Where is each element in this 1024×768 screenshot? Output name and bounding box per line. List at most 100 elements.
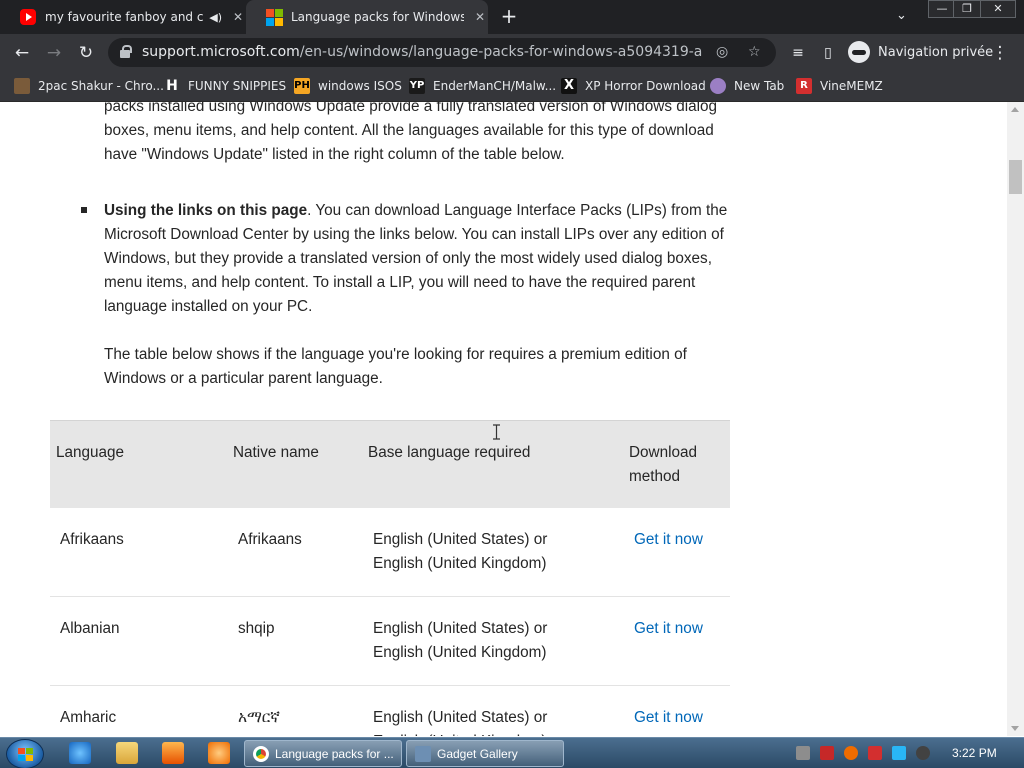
- internet-explorer-icon[interactable]: [69, 742, 91, 764]
- bullet-heading: Using the links on this page: [104, 202, 308, 219]
- address-bar[interactable]: support.microsoft.com/en-us/windows/lang…: [108, 38, 776, 67]
- tray-flag-icon[interactable]: [868, 746, 882, 760]
- incognito-icon: [848, 41, 870, 63]
- bookmark-label: windows ISOS: [318, 79, 402, 93]
- clock[interactable]: 3:22 PM: [952, 746, 997, 760]
- bookmark-icon-x: X: [561, 78, 577, 94]
- tray-v-icon[interactable]: [820, 746, 834, 760]
- tray-volume-icon[interactable]: [916, 746, 930, 760]
- tab-search-icon[interactable]: ⌄: [896, 8, 907, 23]
- start-button[interactable]: [6, 739, 44, 768]
- close-window-button[interactable]: ✕: [980, 0, 1016, 18]
- bookmark-xp-horror[interactable]: X XP Horror Download: [561, 76, 706, 96]
- tray-app-icon[interactable]: [796, 746, 810, 760]
- bookmark-icon-r: R: [796, 78, 812, 94]
- browser-toolbar: ← → ↻ support.microsoft.com/en-us/window…: [0, 34, 1024, 71]
- tray-search-icon[interactable]: [844, 746, 858, 760]
- close-icon[interactable]: ✕: [472, 10, 488, 24]
- cell-language: Amharic: [60, 709, 117, 726]
- bookmark-label: New Tab: [734, 79, 785, 93]
- bookmark-label: FUNNY SNIPPIES: [188, 79, 287, 93]
- scroll-down-arrow-icon[interactable]: [1011, 726, 1019, 731]
- cell-native-name: አማርኛ: [238, 709, 280, 726]
- table-row: Albanian shqip English (United States) o…: [50, 597, 730, 686]
- header-language: Language: [56, 444, 125, 461]
- youtube-icon: [20, 9, 36, 25]
- bookmark-icon-2pac: [14, 78, 30, 94]
- bookmark-icon-ph: PH: [294, 78, 310, 94]
- get-it-now-link[interactable]: Get it now: [634, 528, 703, 552]
- bookmark-label: EnderManCH/Malw...: [433, 79, 557, 93]
- bookmark-label: XP Horror Download: [585, 79, 706, 93]
- bookmark-vinememz[interactable]: R VineMEMZ: [796, 76, 883, 96]
- windows-logo-icon: [18, 748, 33, 761]
- text-cursor-icon: [493, 424, 500, 440]
- reload-button[interactable]: ↻: [74, 41, 98, 65]
- chrome-icon: [253, 745, 269, 762]
- tray-monitor-icon[interactable]: [892, 746, 906, 760]
- browser-tab-strip: my favourite fanboy and chu ◀) ✕ Languag…: [0, 0, 1024, 34]
- url-text[interactable]: support.microsoft.com/en-us/windows/lang…: [142, 44, 702, 60]
- lock-icon[interactable]: [120, 45, 132, 58]
- cell-language: Afrikaans: [60, 531, 124, 548]
- bullet-marker: [81, 207, 87, 213]
- cell-base-language: English (United States) or English (Unit…: [373, 620, 548, 661]
- reading-list-icon[interactable]: ≡: [786, 41, 810, 65]
- microsoft-icon: [266, 9, 283, 26]
- table-header-row: Language Native name Base language requi…: [50, 420, 730, 508]
- cell-base-language: English (United States) or English (Unit…: [373, 709, 548, 736]
- taskbar-item-chrome[interactable]: Language packs for ...: [244, 740, 402, 767]
- bookmark-2pac[interactable]: 2pac Shakur - Chro...: [14, 76, 164, 96]
- language-table: Language Native name Base language requi…: [50, 420, 730, 736]
- cell-language: Albanian: [60, 620, 120, 637]
- bookmark-endermanch[interactable]: YP EnderManCH/Malw...: [409, 76, 556, 96]
- taskbar-item-label: Gadget Gallery: [437, 746, 518, 761]
- tab-title: my favourite fanboy and chu: [45, 10, 204, 24]
- get-it-now-link[interactable]: Get it now: [634, 706, 703, 730]
- bookmark-label: VineMEMZ: [820, 79, 883, 93]
- vertical-scrollbar[interactable]: [1007, 102, 1024, 736]
- tracking-blocked-icon[interactable]: ◎: [716, 44, 728, 60]
- bookmark-new-tab[interactable]: New Tab: [710, 76, 784, 96]
- tab-youtube[interactable]: my favourite fanboy and chu ◀) ✕: [0, 0, 246, 34]
- cell-native-name: shqip: [238, 620, 275, 637]
- taskbar-item-gadget-gallery[interactable]: Gadget Gallery: [406, 740, 564, 767]
- header-base-language: Base language required: [368, 444, 531, 461]
- media-player-icon[interactable]: [162, 742, 184, 764]
- taskbar-item-label: Language packs for ...: [275, 746, 394, 761]
- explorer-folder-icon[interactable]: [116, 742, 138, 764]
- bookmarks-bar: 2pac Shakur - Chro... H FUNNY SNIPPIES P…: [0, 71, 1024, 102]
- incognito-profile-button[interactable]: Navigation privée: [848, 39, 993, 65]
- speaker-icon[interactable]: ◀): [209, 11, 222, 24]
- get-it-now-link[interactable]: Get it now: [634, 617, 703, 641]
- bookmark-star-icon[interactable]: ☆: [748, 44, 761, 60]
- menu-kebab-icon[interactable]: ⋮: [988, 41, 1012, 65]
- tab-language-packs[interactable]: Language packs for Windows - M ✕: [246, 0, 488, 34]
- cell-native-name: Afrikaans: [238, 531, 302, 548]
- close-icon[interactable]: ✕: [230, 10, 246, 24]
- bookmark-windows-isos[interactable]: PH windows ISOS: [294, 76, 402, 96]
- bookmark-icon-yp: YP: [409, 78, 425, 94]
- back-button[interactable]: ←: [10, 41, 34, 65]
- scrollbar-thumb[interactable]: [1009, 160, 1022, 194]
- side-panel-icon[interactable]: ▯: [816, 41, 840, 65]
- profile-label: Navigation privée: [878, 44, 994, 60]
- table-row: Afrikaans Afrikaans English (United Stat…: [50, 508, 730, 597]
- scroll-up-arrow-icon[interactable]: [1011, 107, 1019, 112]
- cell-base-language: English (United States) or English (Unit…: [373, 531, 548, 572]
- table-intro-paragraph: The table below shows if the language yo…: [104, 346, 687, 387]
- paint-icon[interactable]: [208, 742, 230, 764]
- tab-title: Language packs for Windows - M: [291, 10, 464, 24]
- maximize-button[interactable]: ❐: [953, 0, 981, 18]
- header-download-method: Download method: [629, 444, 698, 485]
- bookmark-icon-h: H: [164, 78, 180, 94]
- windows-taskbar: Language packs for ... Gadget Gallery 3:…: [0, 737, 1024, 768]
- gadget-gallery-icon: [415, 745, 431, 762]
- lip-bullet-paragraph: Using the links on this page. You can do…: [104, 199, 734, 319]
- new-tab-button[interactable]: +: [498, 6, 520, 28]
- bookmark-funny-snippies[interactable]: H FUNNY SNIPPIES: [164, 76, 286, 96]
- minimize-button[interactable]: —: [928, 0, 956, 18]
- page-content[interactable]: packs installed using Windows Update pro…: [0, 102, 1007, 736]
- forward-button[interactable]: →: [42, 41, 66, 65]
- bookmark-icon-globe: [710, 78, 726, 94]
